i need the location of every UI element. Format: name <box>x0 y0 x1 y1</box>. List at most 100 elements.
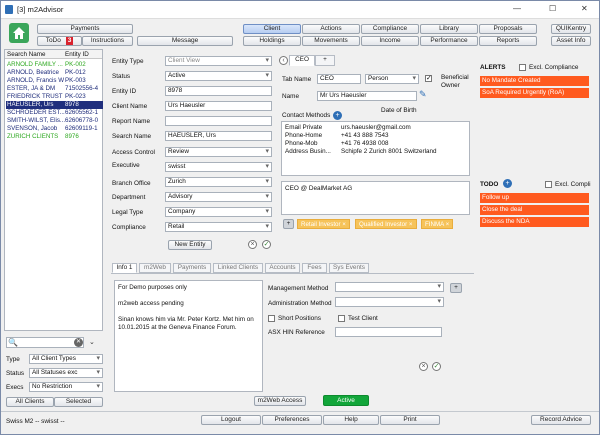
message-button[interactable]: Message <box>137 36 233 46</box>
tab-payments[interactable]: Payments <box>173 263 211 273</box>
tab-sys-events[interactable]: Sys Events <box>329 263 369 273</box>
new-entity-button[interactable]: New Entity <box>168 240 212 250</box>
beneficial-owner-checkbox[interactable]: ✓ <box>425 75 432 82</box>
contact-method-row[interactable]: Address Busin... Schipfe 2 Zurich 8001 Sw… <box>285 148 468 156</box>
tab-client[interactable]: Client <box>243 24 301 34</box>
compliance-select[interactable]: Retail <box>165 222 272 232</box>
test-client-checkbox[interactable] <box>338 315 345 322</box>
column-entity-id[interactable]: Entity ID <box>65 51 89 58</box>
info-notes[interactable]: For Demo purposes only m2web access pendi… <box>114 280 263 392</box>
add-contact-method-icon[interactable]: + <box>333 111 342 120</box>
quikentry-button[interactable]: QUIKentry <box>551 24 591 34</box>
client-row[interactable]: FRIEDRICK TRUST PK-023 <box>6 93 103 101</box>
tab-proposals[interactable]: Proposals <box>479 24 537 34</box>
minimize-button[interactable]: — <box>513 4 521 13</box>
tag-chip[interactable]: Retail Investor × <box>297 219 350 229</box>
clear-search-icon[interactable]: ✕ <box>74 338 83 347</box>
client-row[interactable]: ZURICH CLIENTS 8976 <box>6 133 103 141</box>
tab-fees[interactable]: Fees <box>302 263 327 273</box>
tab-contact-add[interactable]: + <box>315 55 335 66</box>
executive-select[interactable]: swisst <box>165 162 272 172</box>
tab-accounts[interactable]: Accounts <box>265 263 300 273</box>
all-clients-button[interactable]: All Clients <box>6 397 54 407</box>
tab-linked-clients[interactable]: Linked Clients <box>213 263 263 273</box>
asx-hin-field[interactable] <box>335 327 442 337</box>
short-positions-checkbox[interactable] <box>268 315 275 322</box>
previous-contact-icon[interactable]: ‹ <box>279 56 288 65</box>
todo-item[interactable]: Discuss the NDA <box>480 217 589 227</box>
client-row[interactable]: HAEUSLER, Urs 8978 <box>6 101 103 109</box>
excl-compliance-checkbox[interactable] <box>519 64 526 71</box>
tab-m2web[interactable]: m2Web <box>139 263 171 273</box>
alert-item[interactable]: No Mandate Created <box>480 76 589 86</box>
contact-method-row[interactable]: Phone-Home +41 43 888 7543 <box>285 132 468 140</box>
name-field[interactable]: Mr Urs Haeusler <box>317 91 417 101</box>
confirm-icon[interactable]: ✓ <box>262 240 271 249</box>
entity-type-select[interactable]: Client View <box>165 56 272 66</box>
department-select[interactable]: Advisory <box>165 192 272 202</box>
tab-performance[interactable]: Performance <box>420 36 478 46</box>
search-name-field[interactable]: HAEUSLER, Urs <box>165 131 272 141</box>
person-select[interactable]: Person <box>365 74 419 84</box>
tab-library[interactable]: Library <box>420 24 478 34</box>
legal-type-select[interactable]: Company <box>165 207 272 217</box>
preferences-button[interactable]: Preferences <box>262 415 322 425</box>
logout-button[interactable]: Logout <box>201 415 261 425</box>
administration-method-select[interactable] <box>335 297 444 307</box>
todo-button[interactable]: ToDo 3 <box>37 36 82 46</box>
branch-office-select[interactable]: Zurich <box>165 177 272 187</box>
client-row[interactable]: SMITH-WILST, Elis... 62606778-0 <box>6 117 103 125</box>
report-name-field[interactable] <box>165 116 272 126</box>
contact-method-row[interactable]: Phone-Mob +41 76 4938 008 <box>285 140 468 148</box>
payments-button[interactable]: Payments <box>37 24 133 34</box>
client-row[interactable]: ARNOLD, Beatrice PK-012 <box>6 69 103 77</box>
instructions-button[interactable]: Instructions <box>82 36 133 46</box>
search-options-icon[interactable]: ⌄ <box>89 338 95 346</box>
contact-notes[interactable]: CEO @ DealMarket AG <box>281 181 470 215</box>
alert-item[interactable]: SoA Required Urgently (RoA) <box>480 88 589 98</box>
entity-id-field[interactable]: 8978 <box>165 86 272 96</box>
type-filter-select[interactable]: All Client Types <box>29 354 103 364</box>
asset-info-button[interactable]: Asset Info <box>551 36 591 46</box>
tab-income[interactable]: Income <box>361 36 419 46</box>
tab-contact-ceo[interactable]: CEO <box>289 55 315 66</box>
add-tag-button[interactable]: + <box>283 219 294 229</box>
client-row[interactable]: ARNOLD, Francis W PK-003 <box>6 77 103 85</box>
todo-item[interactable]: Close the deal <box>480 205 589 215</box>
cancel-icon[interactable]: × <box>248 240 257 249</box>
home-button[interactable] <box>9 23 29 43</box>
todo-item[interactable]: Follow up <box>480 193 589 203</box>
excl-compliance-todo-checkbox[interactable] <box>545 181 552 188</box>
tab-actions[interactable]: Actions <box>302 24 360 34</box>
client-row[interactable]: SCHROEDER EST... 62605562-1 <box>6 109 103 117</box>
tag-chip[interactable]: Qualified Investor × <box>355 219 417 229</box>
add-method-button[interactable]: + <box>450 283 462 293</box>
print-button[interactable]: Print <box>380 415 440 425</box>
maximize-button[interactable]: ☐ <box>549 4 556 13</box>
tab-reports[interactable]: Reports <box>479 36 537 46</box>
client-row[interactable]: SVENSON, Jacob 62609119-1 <box>6 125 103 133</box>
client-row[interactable]: ARNOLD FAMILY ... PK-002 <box>6 61 103 69</box>
column-search-name[interactable]: Search Name <box>7 51 46 58</box>
access-control-select[interactable]: Review <box>165 147 272 157</box>
help-button[interactable]: Help <box>323 415 379 425</box>
tab-movements[interactable]: Movements <box>302 36 360 46</box>
info-confirm-icon[interactable]: ✓ <box>432 362 441 371</box>
add-todo-icon[interactable]: + <box>503 179 512 188</box>
tab-compliance[interactable]: Compliance <box>361 24 419 34</box>
contact-method-row[interactable]: Email Private urs.haeusler@gmail.com <box>285 124 468 132</box>
tab-info-1[interactable]: Info 1 <box>112 263 137 273</box>
selected-button[interactable]: Selected <box>54 397 103 407</box>
edit-pencil-icon[interactable]: ✎ <box>419 89 427 100</box>
active-status-button[interactable]: Active <box>323 395 369 406</box>
tab-holdings[interactable]: Holdings <box>243 36 301 46</box>
client-row[interactable]: ESTER, JA & DM 71502556-4 <box>6 85 103 93</box>
record-advice-button[interactable]: Record Advice <box>531 415 591 425</box>
client-name-field[interactable]: Urs Haeusler <box>165 101 272 111</box>
tag-chip[interactable]: FINMA × <box>421 219 454 229</box>
m2web-access-button[interactable]: m2Web Access <box>254 396 306 406</box>
tab-name-field[interactable]: CEO <box>317 74 361 84</box>
status-select[interactable]: Active <box>165 71 272 81</box>
info-cancel-icon[interactable]: × <box>419 362 428 371</box>
execs-filter-select[interactable]: No Restriction <box>29 382 103 392</box>
